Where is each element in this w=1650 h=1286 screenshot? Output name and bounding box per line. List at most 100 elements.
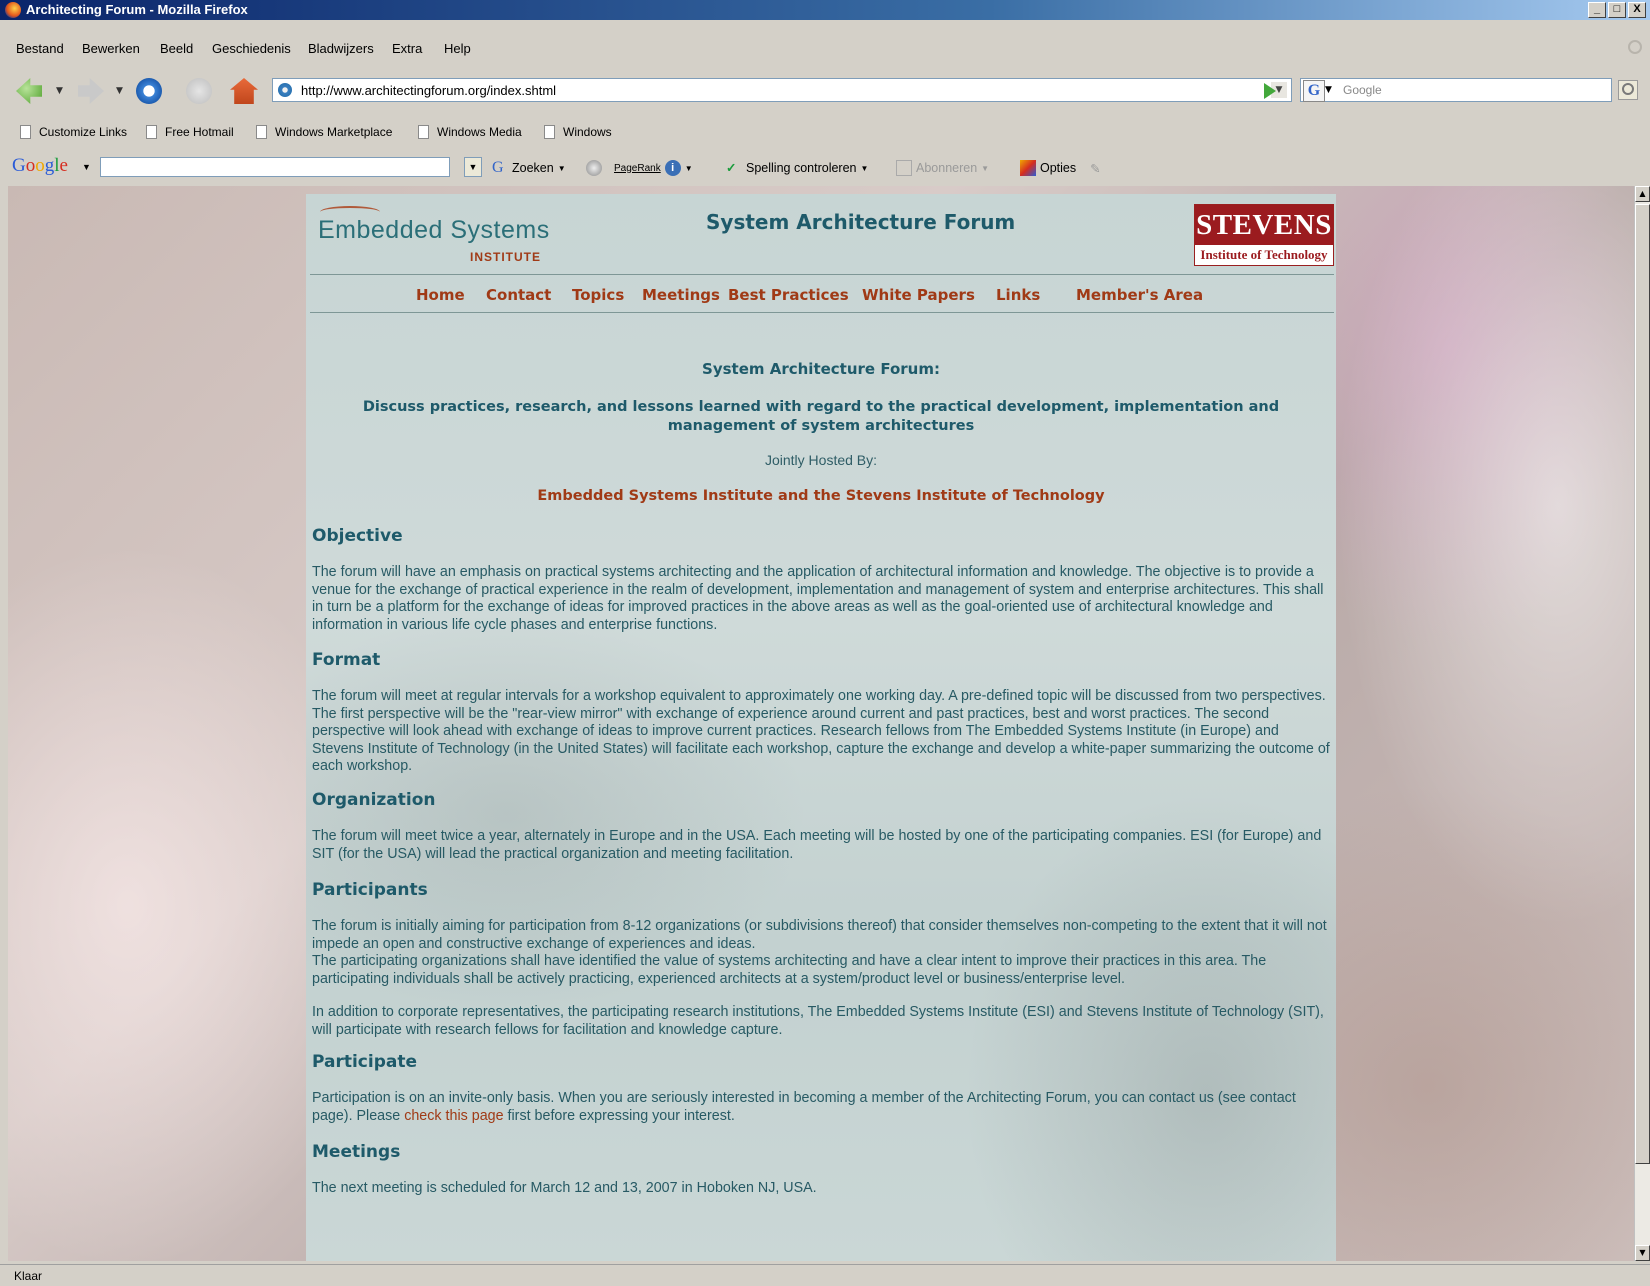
section-text: Participation is on an invite-only basis… <box>312 1090 1296 1124</box>
back-dropdown-icon[interactable]: ▼ <box>56 86 63 96</box>
nav-members-area[interactable]: Member's Area <box>1076 286 1203 304</box>
address-bar[interactable]: http://www.architectingforum.org/index.s… <box>272 78 1292 102</box>
google-search-history-icon[interactable]: ▼ <box>464 157 482 177</box>
highlight-pen-icon[interactable]: ✎ <box>1090 161 1100 176</box>
stevens-logo[interactable]: STEVENS Institute of Technology <box>1194 204 1334 266</box>
nav-home[interactable]: Home <box>416 286 465 304</box>
hosted-by-label: Jointly Hosted By: <box>764 452 878 468</box>
options-button[interactable]: Opties ✎ <box>1020 160 1101 176</box>
page-content: Embedded Systems INSTITUTE System Archit… <box>306 194 1336 1261</box>
section-organization: Organization The forum will meet twice a… <box>312 790 1332 863</box>
rss-icon <box>896 160 912 176</box>
nav-white-papers[interactable]: White Papers <box>862 286 975 304</box>
home-icon[interactable] <box>230 78 258 104</box>
section-heading: Organization <box>312 790 436 810</box>
section-meetings: Meetings The next meeting is scheduled f… <box>312 1142 1332 1198</box>
section-text: In addition to corporate representatives… <box>312 1004 1324 1038</box>
page-icon <box>418 125 429 139</box>
forward-icon[interactable] <box>78 78 104 104</box>
section-heading: Participate <box>312 1052 418 1072</box>
section-heading: Objective <box>312 526 403 546</box>
nav-links[interactable]: Links <box>996 286 1040 304</box>
scroll-down-icon[interactable]: ▼ <box>1635 1245 1650 1261</box>
section-heading: Format <box>312 650 381 670</box>
page-icon <box>20 125 31 139</box>
scroll-up-icon[interactable]: ▲ <box>1635 186 1650 202</box>
window-title-bar: Architecting Forum - Mozilla Firefox _ □… <box>0 0 1650 20</box>
pagerank-label: PageRank <box>614 162 661 174</box>
section-text: The forum is initially aiming for partic… <box>312 918 1327 952</box>
section-participants: Participants The forum is initially aimi… <box>312 880 1332 1039</box>
section-participate: Participate Participation is on an invit… <box>312 1052 1332 1125</box>
section-text: The forum will meet twice a year, altern… <box>312 828 1322 862</box>
spell-check-button[interactable]: ✓ Spelling controleren ▼ <box>726 160 868 176</box>
nav-meetings[interactable]: Meetings <box>642 286 720 304</box>
divider <box>310 274 1334 275</box>
page-icon <box>544 125 555 139</box>
bookmark-windows-marketplace[interactable]: Windows Marketplace <box>256 125 392 139</box>
google-logo[interactable]: Google <box>12 155 68 177</box>
firefox-icon <box>5 2 21 18</box>
vertical-scrollbar[interactable]: ▲ ▼ <box>1634 186 1650 1261</box>
menu-bladwijzers[interactable]: Bladwijzers <box>308 41 374 56</box>
hosts-line: Embedded Systems Institute and the Steve… <box>537 488 1105 504</box>
maximize-button[interactable]: □ <box>1608 2 1626 18</box>
page-icon <box>256 125 267 139</box>
menu-bar: Bestand Bewerken Beeld Geschiedenis Blad… <box>0 38 1650 60</box>
nav-best-practices[interactable]: Best Practices <box>728 286 849 304</box>
search-bar[interactable]: G ▼ Google <box>1300 78 1612 102</box>
scrollbar-thumb[interactable] <box>1635 204 1650 1164</box>
nav-contact[interactable]: Contact <box>486 286 551 304</box>
google-menu-dropdown-icon[interactable]: ▼ <box>82 162 91 172</box>
window-title: Architecting Forum - Mozilla Firefox <box>26 2 248 17</box>
subscribe-button[interactable]: Abonneren ▼ <box>896 160 989 176</box>
menu-help[interactable]: Help <box>444 41 471 56</box>
menu-beeld[interactable]: Beeld <box>160 41 193 56</box>
search-engine-icon[interactable]: G <box>1303 80 1325 102</box>
search-engine-dropdown-icon[interactable]: ▼ <box>1325 85 1332 95</box>
menu-geschiedenis[interactable]: Geschiedenis <box>212 41 291 56</box>
google-search-button[interactable]: G Zoeken ▼ <box>492 160 566 176</box>
search-icon[interactable] <box>1618 80 1638 100</box>
intro-subtitle: Discuss practices, research, and lessons… <box>362 399 1280 434</box>
pagerank-button[interactable]: PageRank i ▼ <box>614 160 693 176</box>
search-globe-icon <box>586 160 602 176</box>
site-nav: Home Contact Topics Meetings Best Practi… <box>306 286 1336 306</box>
google-toolbar: Google ▼ ▼ G Zoeken ▼ PageRank i ▼ ✓ Spe… <box>0 152 1650 182</box>
reload-icon[interactable] <box>136 78 162 104</box>
check-this-page-link[interactable]: check this page <box>404 1108 503 1124</box>
bookmark-free-hotmail[interactable]: Free Hotmail <box>146 125 234 139</box>
menu-bewerken[interactable]: Bewerken <box>82 41 140 56</box>
address-url[interactable]: http://www.architectingforum.org/index.s… <box>301 83 556 98</box>
menu-bestand[interactable]: Bestand <box>16 41 64 56</box>
status-bar: Klaar <box>0 1264 1650 1286</box>
google-search-input[interactable] <box>100 157 450 177</box>
site-title: System Architecture Forum <box>706 210 1016 234</box>
menu-extra[interactable]: Extra <box>392 41 422 56</box>
bookmark-windows[interactable]: Windows <box>544 125 612 139</box>
back-icon[interactable] <box>16 78 42 104</box>
go-icon[interactable] <box>1264 83 1276 99</box>
section-heading: Meetings <box>312 1142 401 1162</box>
section-text: The forum will meet at regular intervals… <box>312 688 1330 774</box>
throbber-icon <box>1628 40 1642 54</box>
page-icon <box>146 125 157 139</box>
close-button[interactable]: X <box>1628 2 1646 18</box>
page-viewport: Embedded Systems INSTITUTE System Archit… <box>8 186 1634 1261</box>
nav-topics[interactable]: Topics <box>572 286 624 304</box>
bookmark-windows-media[interactable]: Windows Media <box>418 125 522 139</box>
search-input[interactable]: Google <box>1343 83 1382 97</box>
section-text: The next meeting is scheduled for March … <box>312 1180 817 1196</box>
forward-dropdown-icon[interactable]: ▼ <box>116 86 123 96</box>
minimize-button[interactable]: _ <box>1588 2 1606 18</box>
section-text: The forum will have an emphasis on pract… <box>312 564 1324 633</box>
google-sites-button[interactable] <box>586 160 602 176</box>
section-objective: Objective The forum will have an emphasi… <box>312 526 1332 634</box>
google-g-icon: G <box>492 159 504 176</box>
bookmark-customize-links[interactable]: Customize Links <box>20 125 127 139</box>
intro-title: System Architecture Forum: <box>702 360 940 378</box>
site-favicon-icon <box>278 83 292 97</box>
section-heading: Participants <box>312 880 428 900</box>
stop-icon[interactable] <box>186 78 212 104</box>
divider <box>310 312 1334 313</box>
